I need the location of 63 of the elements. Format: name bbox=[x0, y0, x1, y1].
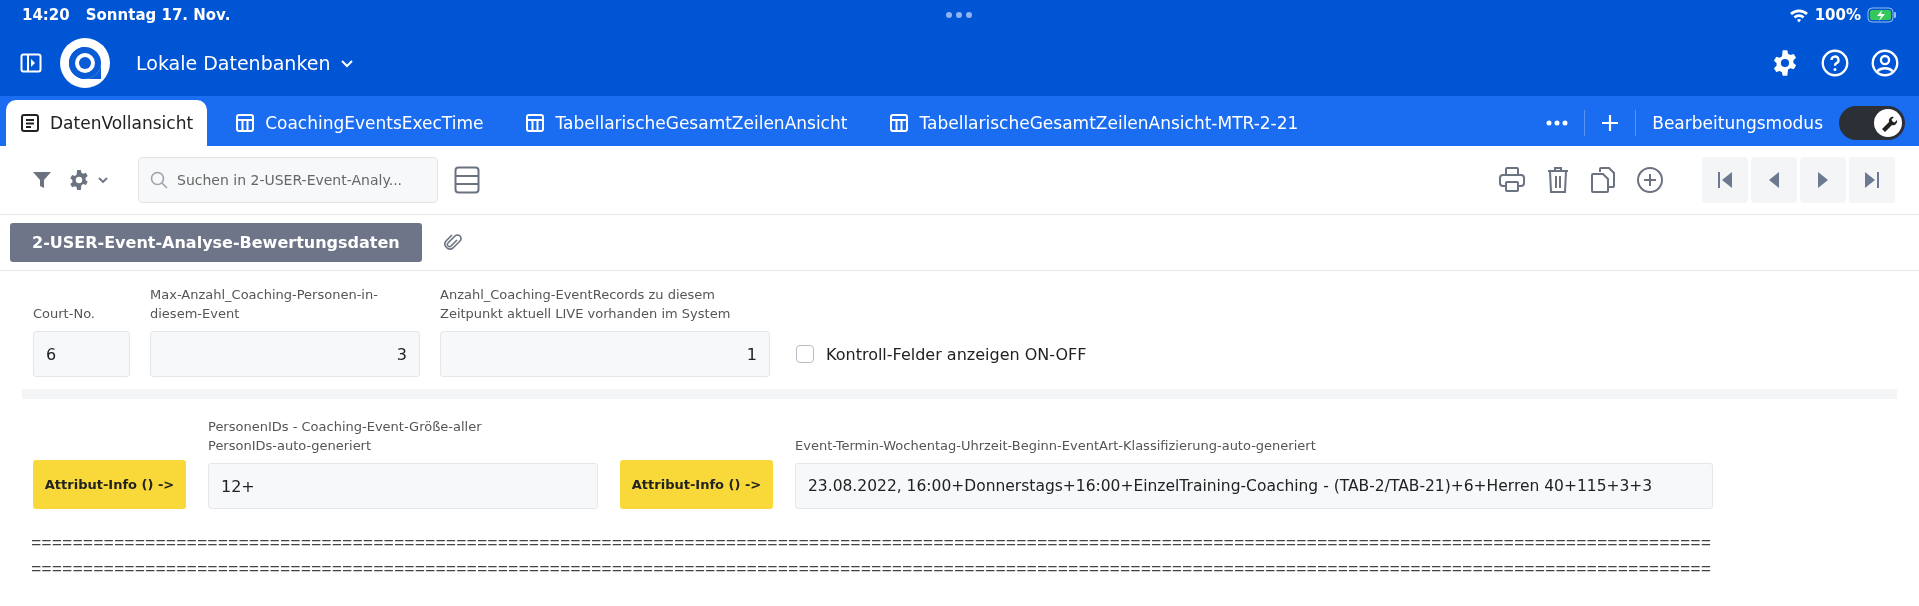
separator-text: ================================================================================================================================================================== bbox=[30, 533, 1712, 555]
input-field[interactable]: 23.08.2022, 16:00+Donnerstags+16:00+EinzelTraining-Coaching - (TAB-2/TAB-21)+6+Herren 40+115+3+3 bbox=[795, 463, 1713, 509]
database-dropdown[interactable]: Lokale Datenbanken bbox=[136, 52, 355, 74]
wifi-icon bbox=[1788, 7, 1809, 23]
input-field[interactable]: 6 bbox=[33, 331, 130, 377]
checkbox[interactable] bbox=[796, 345, 814, 363]
print-icon[interactable] bbox=[1498, 166, 1526, 194]
edit-mode-label: Bearbeitungsmodus bbox=[1652, 113, 1823, 133]
attribute-info-button[interactable]: Attribut-Info () -> bbox=[33, 460, 186, 509]
paperclip-icon[interactable] bbox=[443, 232, 462, 253]
table-icon bbox=[525, 113, 546, 133]
chevron-down-icon bbox=[340, 58, 355, 68]
document-icon bbox=[20, 113, 40, 133]
input-field[interactable]: 3 bbox=[150, 331, 420, 377]
record-title: 2-USER-Event-Analyse-Bewertungsdaten bbox=[10, 223, 422, 262]
wrench-icon bbox=[1873, 108, 1903, 138]
settings-dropdown[interactable] bbox=[68, 169, 108, 191]
app-logo-icon bbox=[60, 38, 110, 88]
help-icon[interactable] bbox=[1821, 49, 1849, 77]
input-field[interactable]: 12+ bbox=[208, 463, 598, 509]
battery-percent: 100% bbox=[1814, 6, 1861, 24]
skip-forward-icon bbox=[1864, 171, 1880, 189]
input-field[interactable]: 1 bbox=[440, 331, 770, 377]
field-label: Court-No. bbox=[33, 305, 96, 323]
triangle-left-icon bbox=[1768, 171, 1780, 189]
table-icon bbox=[235, 113, 256, 133]
layout-icon[interactable] bbox=[454, 166, 480, 194]
checkbox-label: Kontroll-Felder anzeigen ON-OFF bbox=[826, 344, 1087, 364]
search-icon bbox=[150, 171, 168, 189]
gear-icon bbox=[68, 169, 90, 191]
separator-text: ================================================================================================================================================================== bbox=[30, 559, 1712, 581]
edit-mode-toggle[interactable] bbox=[1839, 106, 1905, 140]
status-time: 14:20 bbox=[22, 6, 70, 24]
first-record-button[interactable] bbox=[1702, 157, 1748, 203]
skip-back-icon bbox=[1717, 171, 1733, 189]
tab[interactable]: TabellarischeGesamtZeilenAnsicht bbox=[511, 100, 862, 146]
add-record-icon[interactable] bbox=[1636, 166, 1664, 194]
search-field[interactable]: Suchen in 2-USER-Event-Analy... bbox=[138, 157, 438, 203]
field-label: Max-Anzahl_Coaching-Personen-in-diesem-Event bbox=[150, 286, 379, 323]
tab[interactable]: TabellarischeGesamtZeilenAnsicht-MTR-2-21 bbox=[875, 100, 1313, 146]
settings-icon[interactable] bbox=[1771, 49, 1799, 77]
status-date: Sonntag 17. Nov. bbox=[85, 6, 231, 24]
battery-icon bbox=[1867, 7, 1897, 23]
sidebar-toggle-icon[interactable] bbox=[20, 53, 42, 73]
account-icon[interactable] bbox=[1871, 49, 1899, 77]
filter-icon[interactable] bbox=[32, 170, 52, 190]
next-record-button[interactable] bbox=[1800, 157, 1846, 203]
chevron-down-icon bbox=[98, 176, 108, 184]
table-icon bbox=[889, 113, 910, 133]
triangle-right-icon bbox=[1817, 171, 1829, 189]
tab[interactable]: CoachingEventsExecTime bbox=[221, 100, 498, 146]
multitasking-dots-icon[interactable] bbox=[945, 11, 973, 19]
attribute-info-button[interactable]: Attribut-Info () -> bbox=[620, 460, 773, 509]
field-label: PersonenIDs - Coaching-Event-Größe-aller PersonIDs-auto-generiert bbox=[208, 418, 483, 455]
add-tab-icon[interactable] bbox=[1601, 114, 1620, 132]
more-icon[interactable] bbox=[1546, 120, 1569, 126]
previous-record-button[interactable] bbox=[1751, 157, 1797, 203]
tab[interactable]: DatenVollansicht bbox=[6, 100, 208, 146]
copy-icon[interactable] bbox=[1590, 166, 1616, 194]
last-record-button[interactable] bbox=[1849, 157, 1895, 203]
field-label: Event-Termin-Wochentag-Uhrzeit-Beginn-EventArt-Klassifizierung-auto-generiert bbox=[795, 437, 1317, 455]
trash-icon[interactable] bbox=[1546, 166, 1570, 194]
field-label: Anzahl_Coaching-EventRecords zu diesem Zeitpunkt aktuell LIVE vorhanden im System bbox=[440, 286, 732, 323]
